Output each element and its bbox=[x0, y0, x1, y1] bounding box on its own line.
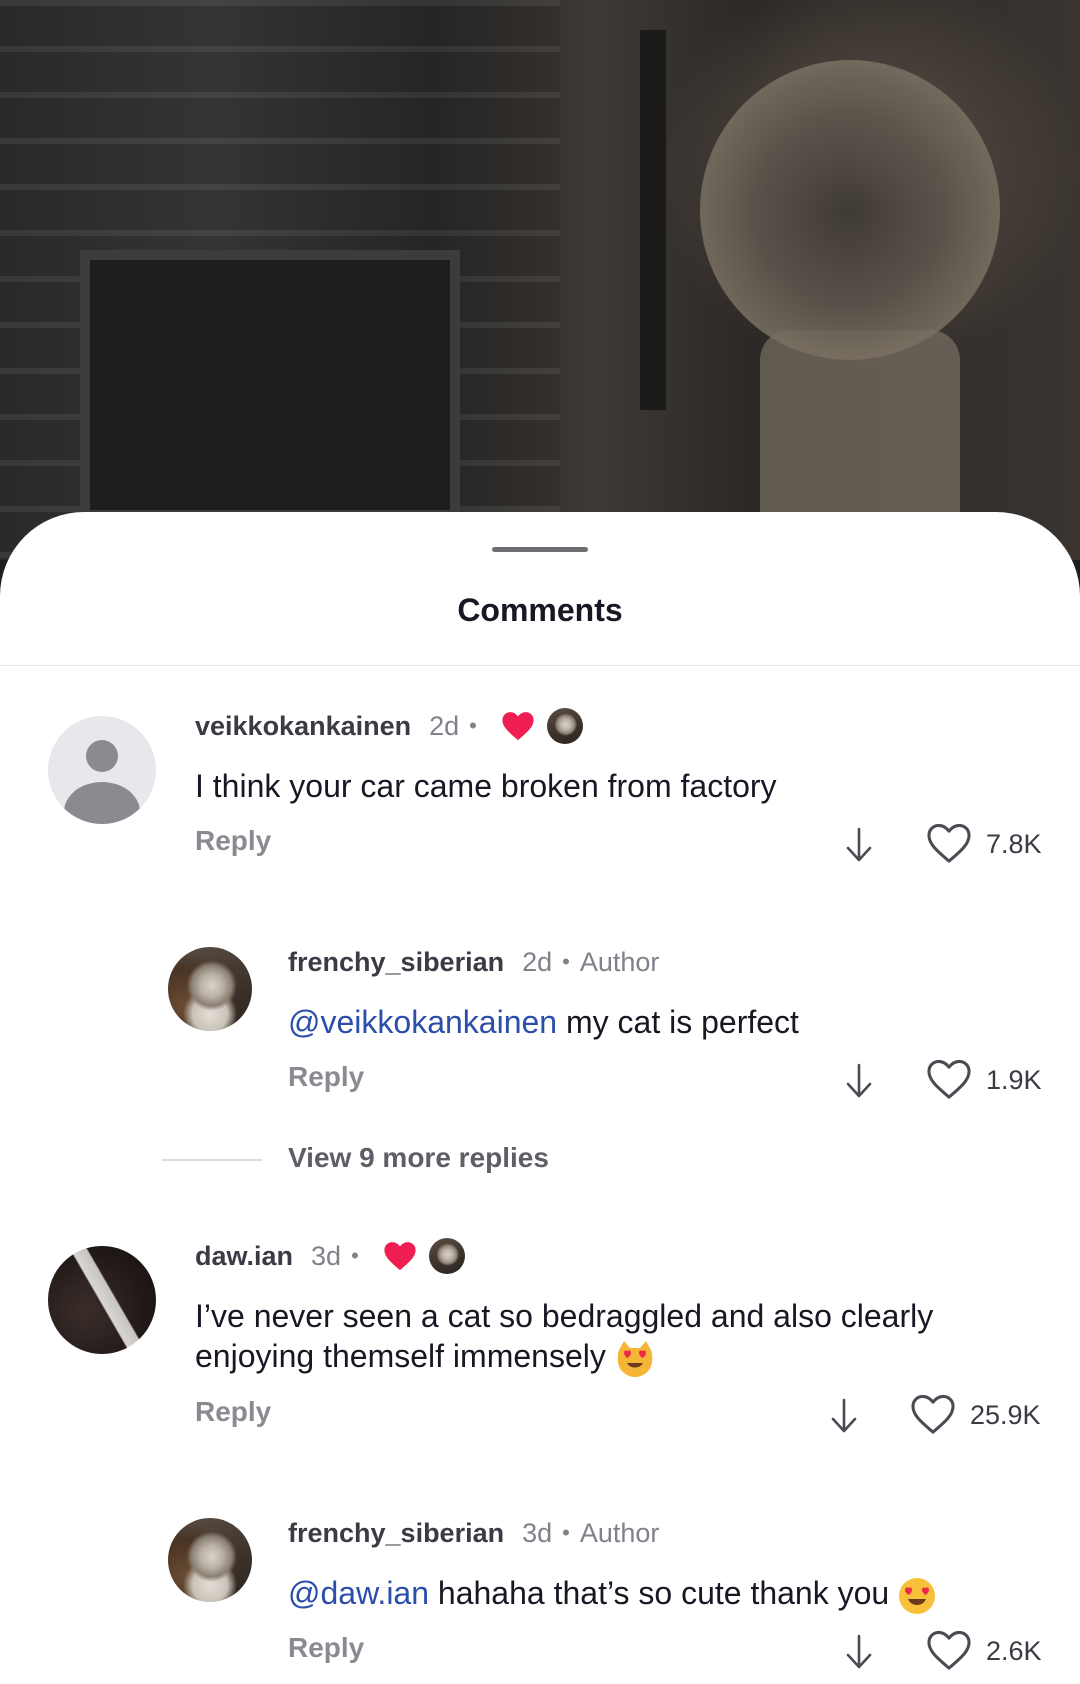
reply-button[interactable]: Reply bbox=[195, 825, 271, 857]
comment-meta: daw.ian 3d • bbox=[195, 1236, 465, 1276]
photo-avatar[interactable] bbox=[48, 1246, 156, 1354]
comments-sheet: Comments veikkokankainen 2d • I think yo… bbox=[0, 512, 1080, 1684]
like-count: 7.8K bbox=[986, 829, 1042, 859]
dislike-arrow-icon[interactable] bbox=[844, 1061, 874, 1101]
view-more-replies-button[interactable]: View 9 more replies bbox=[288, 1142, 549, 1174]
separator-dot: • bbox=[562, 1520, 570, 1545]
comment-line-1: I’ve never seen a cat so bedraggled and … bbox=[195, 1298, 934, 1334]
view-more-divider bbox=[162, 1159, 262, 1161]
reply-button[interactable]: Reply bbox=[195, 1396, 271, 1428]
creator-avatar-mini bbox=[546, 708, 583, 744]
screen: Comments veikkokankainen 2d • I think yo… bbox=[0, 0, 1080, 1684]
sheet-title: Comments bbox=[457, 592, 623, 628]
creator-liked-heart-icon bbox=[502, 712, 534, 741]
creator-liked-heart-icon bbox=[384, 1242, 416, 1271]
dislike-arrow-icon[interactable] bbox=[844, 825, 874, 865]
timestamp: 2d bbox=[429, 710, 460, 741]
divider bbox=[0, 665, 1080, 666]
username[interactable]: frenchy_siberian bbox=[288, 947, 504, 978]
mention-link[interactable]: @daw.ian bbox=[288, 1575, 429, 1611]
comment-text: I think your car came broken from factor… bbox=[195, 768, 777, 804]
dislike-arrow-icon[interactable] bbox=[844, 1632, 874, 1672]
like-heart-icon[interactable] bbox=[926, 1058, 972, 1100]
separator-dot: • bbox=[351, 1243, 359, 1268]
comment-text: I’ve never seen a cat so bedraggled and … bbox=[195, 1296, 1025, 1378]
like-heart-icon[interactable] bbox=[926, 822, 972, 864]
reply-button[interactable]: Reply bbox=[288, 1061, 364, 1093]
comment-body: my cat is perfect bbox=[565, 1004, 799, 1040]
default-avatar[interactable] bbox=[48, 716, 156, 824]
creator-avatar-mini bbox=[428, 1238, 465, 1274]
username[interactable]: veikkokankainen bbox=[195, 711, 411, 742]
username[interactable]: daw.ian bbox=[195, 1241, 293, 1272]
like-count: 1.9K bbox=[986, 1065, 1042, 1095]
like-count: 2.6K bbox=[986, 1636, 1042, 1666]
comment-line-2: enjoying themself immensely bbox=[195, 1336, 1025, 1378]
video-background[interactable] bbox=[0, 0, 1080, 560]
comment-text: @daw.ian hahaha that’s so cute thank you bbox=[288, 1573, 1048, 1615]
timestamp: 3d bbox=[522, 1517, 553, 1548]
heart-eyes-emoji-icon bbox=[899, 1577, 936, 1614]
drag-handle[interactable] bbox=[492, 547, 588, 552]
mention-link[interactable]: @veikkokankainen bbox=[288, 1004, 557, 1040]
video-pole bbox=[640, 30, 666, 410]
comment-meta: frenchy_siberian 3d • Author bbox=[288, 1513, 659, 1553]
comment-text: @veikkokankainen my cat is perfect bbox=[288, 1002, 799, 1042]
dislike-arrow-icon[interactable] bbox=[829, 1396, 859, 1436]
cat-avatar[interactable] bbox=[168, 1518, 252, 1602]
author-tag: Author bbox=[579, 1517, 660, 1548]
like-count: 25.9K bbox=[970, 1400, 1041, 1430]
timestamp: 3d bbox=[311, 1240, 342, 1271]
separator-dot: • bbox=[469, 713, 477, 738]
heart-eyes-cat-emoji-icon bbox=[617, 1340, 653, 1377]
username[interactable]: frenchy_siberian bbox=[288, 1518, 504, 1549]
video-glass bbox=[700, 60, 1000, 360]
comment-meta: veikkokankainen 2d • bbox=[195, 706, 583, 746]
separator-dot: • bbox=[562, 949, 570, 974]
video-window bbox=[80, 250, 460, 520]
timestamp: 2d bbox=[522, 946, 553, 977]
like-heart-icon[interactable] bbox=[910, 1393, 956, 1435]
like-heart-icon[interactable] bbox=[926, 1629, 972, 1671]
author-tag: Author bbox=[579, 946, 660, 977]
reply-button[interactable]: Reply bbox=[288, 1632, 364, 1664]
cat-avatar[interactable] bbox=[168, 947, 252, 1031]
comment-body: hahaha that’s so cute thank you bbox=[437, 1575, 890, 1611]
comment-meta: frenchy_siberian 2d • Author bbox=[288, 942, 659, 982]
